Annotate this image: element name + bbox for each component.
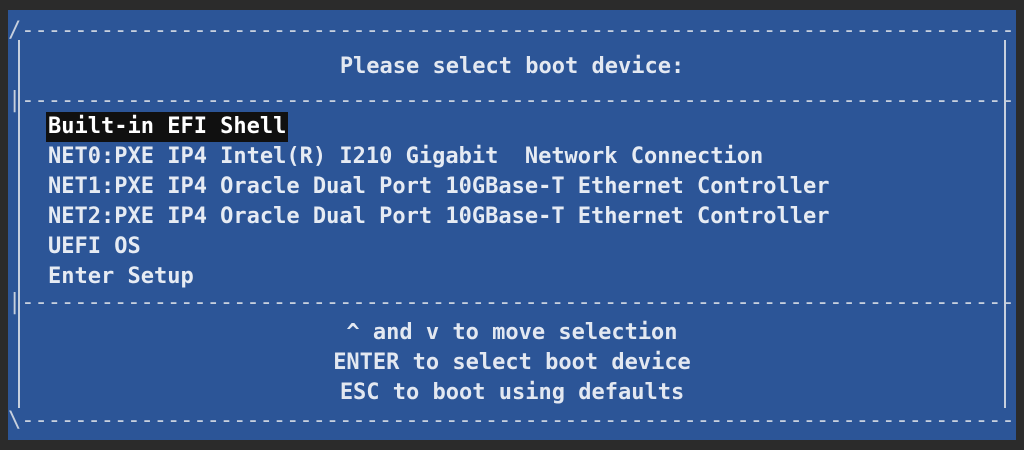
boot-option-net1[interactable]: NET1:PXE IP4 Oracle Dual Port 10GBase-T … <box>46 172 831 202</box>
boot-option-net2[interactable]: NET2:PXE IP4 Oracle Dual Port 10GBase-T … <box>46 202 831 232</box>
top-border: /---------------------------------------… <box>8 18 1016 43</box>
boot-option-efi-shell[interactable]: Built-in EFI Shell <box>46 112 289 142</box>
bottom-border: \---------------------------------------… <box>8 408 1016 433</box>
boot-option-uefi-os[interactable]: UEFI OS <box>46 232 143 262</box>
boot-option-net0[interactable]: NET0:PXE IP4 Intel(R) I210 Gigabit Netwo… <box>46 142 765 172</box>
help-esc-defaults: ESC to boot using defaults <box>339 380 685 405</box>
help-separator: |---------------------------------------… <box>8 290 1016 315</box>
dialog-title: Please select boot device: <box>339 54 685 79</box>
help-enter-select: ENTER to select boot device <box>333 350 691 375</box>
boot-menu-screen: /---------------------------------------… <box>8 10 1016 440</box>
help-move-selection: ^ and v to move selection <box>346 320 678 345</box>
